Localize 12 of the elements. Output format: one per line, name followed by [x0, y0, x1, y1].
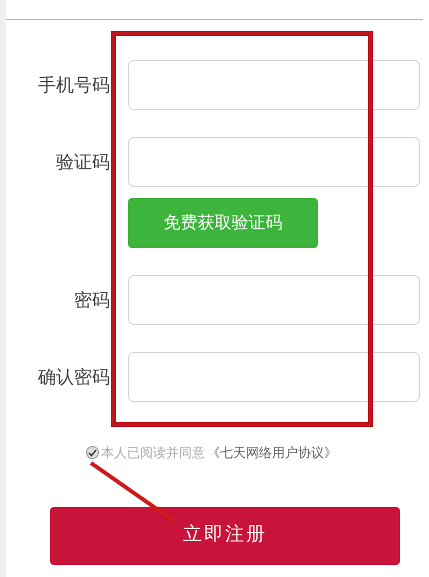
field-label: 手机号码: [37, 74, 111, 96]
register-button[interactable]: 立即注册: [50, 506, 400, 564]
agreement-link[interactable]: 《七天网络用户协议》: [207, 443, 337, 462]
field-label: 确认密码: [37, 366, 111, 388]
input-field[interactable]: [128, 137, 420, 187]
agree-checkbox[interactable]: [86, 446, 99, 460]
input-field[interactable]: [128, 275, 420, 325]
input-field[interactable]: [128, 60, 420, 110]
input-field[interactable]: [128, 352, 420, 402]
agreement-text: 本人已阅读并同意: [101, 444, 205, 462]
field-label: 验证码: [55, 150, 111, 174]
field-label: 密码: [73, 288, 111, 312]
